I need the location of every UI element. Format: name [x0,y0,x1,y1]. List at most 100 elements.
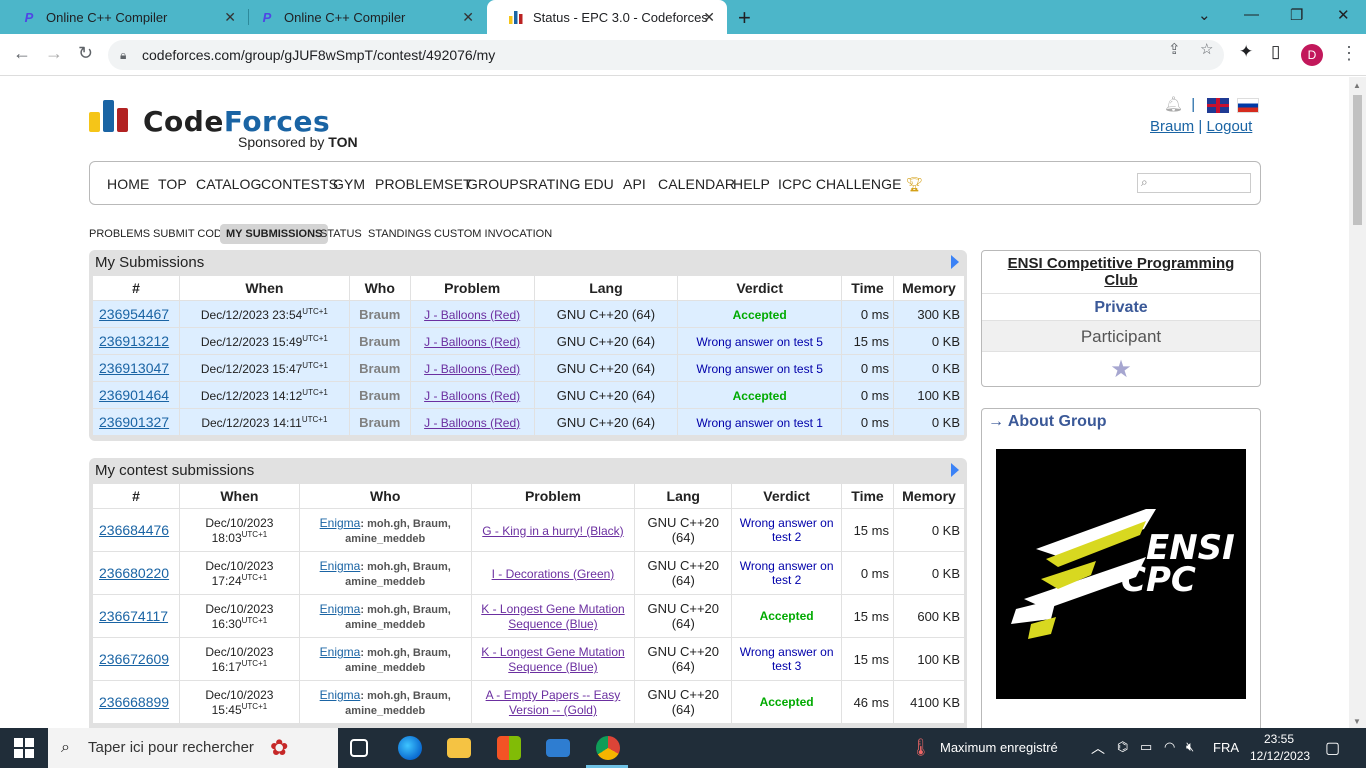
team-link[interactable]: Enigma [320,559,361,573]
profile-avatar[interactable]: D [1301,44,1323,66]
input-language[interactable]: FRA [1213,740,1239,755]
problem-link[interactable]: K - Longest Gene Mutation Sequence (Blue) [481,602,624,631]
expand-arrow-icon[interactable] [951,255,959,269]
menu-problemset[interactable]: PROBLEMSET [375,176,472,192]
file-explorer-icon[interactable] [447,738,471,758]
menu-api[interactable]: API [623,176,646,192]
task-view-icon[interactable] [350,739,368,757]
submission-id-link[interactable]: 236901327 [99,414,169,430]
scroll-down-icon[interactable]: ▼ [1353,717,1361,726]
minimize-icon[interactable]: — [1244,6,1259,23]
page-scrollbar[interactable]: ▲ ▼ [1349,77,1366,728]
share-icon[interactable]: ⇪ [1168,40,1181,58]
scrollbar-thumb[interactable] [1353,95,1362,225]
russian-flag-icon[interactable] [1237,97,1260,113]
english-flag-icon[interactable] [1207,97,1230,113]
restore-icon[interactable]: ❐ [1290,6,1303,24]
clock-time[interactable]: 23:55 [1264,732,1294,746]
bookmark-star-icon[interactable]: ☆ [1200,40,1213,58]
close-tab-icon[interactable]: ✕ [703,9,715,26]
problem-link[interactable]: J - Balloons (Red) [424,416,520,430]
user-link[interactable]: Braum [359,334,400,349]
submission-id-link[interactable]: 236913212 [99,333,169,349]
menu-gym[interactable]: GYM [333,176,365,192]
tray-app-icon[interactable]: ⌬ [1117,739,1128,755]
weather-text[interactable]: Maximum enregistré [940,740,1058,755]
menu-groups[interactable]: GROUPS [467,176,528,192]
team-link[interactable]: Enigma [320,645,361,659]
menu-calendar[interactable]: CALENDAR [658,176,735,192]
subnav-my-submissions[interactable]: MY SUBMISSIONS [220,224,329,244]
team-link[interactable]: Enigma [320,688,361,702]
submission-id-link[interactable]: 236684476 [99,522,169,538]
menu-home[interactable]: HOME [107,176,149,192]
user-link[interactable]: Braum [359,415,400,430]
problem-link[interactable]: J - Balloons (Red) [424,308,520,322]
reload-icon[interactable]: ↻ [78,43,93,64]
menu-icpc-challenge[interactable]: ICPC CHALLENGE 🏆︎ [778,176,923,193]
side-panel-icon[interactable]: ▯ [1271,42,1280,62]
team-link[interactable]: Enigma [320,602,361,616]
subnav-custom-invocation[interactable]: CUSTOM INVOCATION [428,224,558,244]
submission-id-link[interactable]: 236672609 [99,651,169,667]
subnav-status[interactable]: STATUS [314,224,368,244]
user-link[interactable]: Braum [359,307,400,322]
problem-link[interactable]: K - Longest Gene Mutation Sequence (Blue) [481,645,624,674]
expand-arrow-icon[interactable] [951,463,959,477]
close-tab-icon[interactable]: ✕ [224,9,236,26]
problem-link[interactable]: J - Balloons (Red) [424,389,520,403]
group-title-link[interactable]: ENSI Competitive Programming Club [982,251,1260,294]
menu-edu[interactable]: EDU [584,176,614,192]
windows-start-icon[interactable] [14,738,34,763]
close-window-icon[interactable]: ✕ [1337,6,1350,24]
tray-chevron-icon[interactable]: ︿ [1091,738,1105,758]
subnav-problems[interactable]: PROBLEMS [83,224,156,244]
new-tab-icon[interactable]: + [738,5,751,31]
clock-date[interactable]: 12/12/2023 [1250,749,1310,763]
submission-id-link[interactable]: 236954467 [99,306,169,322]
problem-link[interactable]: G - King in a hurry! (Black) [482,524,623,538]
scroll-up-icon[interactable]: ▲ [1353,81,1361,90]
team-link[interactable]: Enigma [320,516,361,530]
submission-id-link[interactable]: 236901464 [99,387,169,403]
browser-tab-2[interactable]: P Online C++ Compiler ✕ [238,0,486,34]
submission-id-link[interactable]: 236674117 [99,608,168,624]
browser-tab-3[interactable]: Status - EPC 3.0 - Codeforces ✕ [487,0,727,34]
subnav-standings[interactable]: STANDINGS [362,224,437,244]
problem-link[interactable]: A - Empty Papers -- Easy Version -- (Gold… [486,688,621,717]
user-link[interactable]: Braum [359,388,400,403]
tab-search-chevron-icon[interactable]: ⌄ [1198,6,1211,24]
problem-link[interactable]: J - Balloons (Red) [424,335,520,349]
wifi-icon[interactable]: ◠ [1164,739,1175,755]
browser-menu-icon[interactable]: ⋮ [1340,43,1358,64]
menu-top[interactable]: TOP [158,176,187,192]
menu-rating[interactable]: RATING [528,176,580,192]
address-bar[interactable]: 🔒︎ codeforces.com/group/gJUF8wSmpT/conte… [108,40,1224,70]
favorite-star-icon[interactable]: ★ [982,352,1260,387]
extensions-puzzle-icon[interactable]: ✦ [1239,42,1253,62]
volume-muted-icon[interactable]: 🔇︎ [1186,739,1194,755]
submission-id-link[interactable]: 236680220 [99,565,169,581]
menu-help[interactable]: HELP [733,176,770,192]
browser-tab-1[interactable]: P Online C++ Compiler ✕ [0,0,248,34]
chrome-icon[interactable] [596,736,620,760]
battery-icon[interactable]: ▭ [1140,739,1152,755]
edge-icon[interactable] [398,736,422,760]
notifications-icon[interactable]: ▢ [1325,738,1340,758]
taskbar-search-input[interactable]: ⌕ Taper ici pour rechercher ✿ [48,728,338,768]
back-icon[interactable]: ← [13,43,31,64]
notification-bell-icon[interactable]: 🔔︎ [1164,96,1183,113]
logout-link[interactable]: Logout [1206,118,1252,135]
mail-icon[interactable] [546,739,570,757]
problem-link[interactable]: I - Decorations (Green) [492,567,615,581]
submission-id-link[interactable]: 236913047 [99,360,169,376]
close-tab-icon[interactable]: ✕ [462,9,474,26]
menu-catalog[interactable]: CATALOG [196,176,262,192]
search-input[interactable]: ⌕ [1137,173,1251,193]
submission-id-link[interactable]: 236668899 [99,694,169,710]
profile-link[interactable]: Braum [1150,118,1194,135]
forward-icon[interactable]: → [45,43,63,64]
menu-contests[interactable]: CONTESTS [261,176,338,192]
store-icon[interactable] [497,736,521,760]
about-group-link[interactable]: → About Group [988,413,1107,431]
